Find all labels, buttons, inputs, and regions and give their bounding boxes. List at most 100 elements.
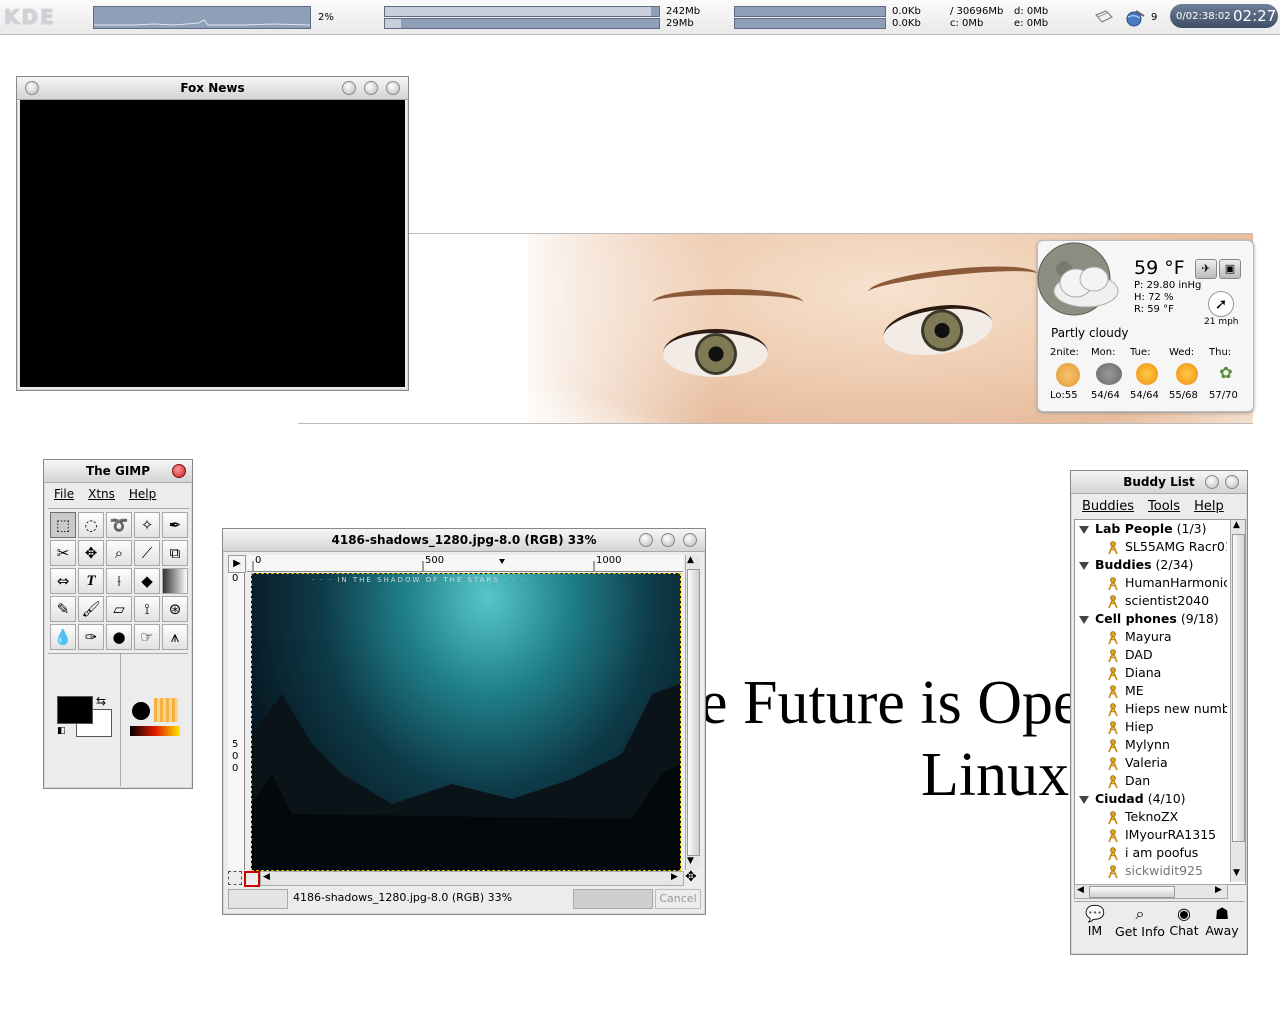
crop-icon[interactable]: ⟋ bbox=[134, 540, 160, 566]
buddy-item[interactable]: Mayura bbox=[1077, 628, 1172, 646]
clipboard-icon[interactable] bbox=[1094, 9, 1114, 25]
buddy-group[interactable]: Buddies (2/34) bbox=[1077, 556, 1193, 574]
vertical-scrollbar[interactable]: ▲ ▼ bbox=[685, 555, 700, 870]
chat-button[interactable]: ◉ Chat bbox=[1166, 904, 1202, 938]
dodge-burn-icon[interactable]: ● bbox=[106, 624, 132, 650]
expander-triangle-icon[interactable] bbox=[1079, 615, 1089, 624]
flip-icon[interactable]: ⇔ bbox=[50, 568, 76, 594]
buddy-item[interactable]: scientist2040 bbox=[1077, 592, 1209, 610]
brush-preview-icon[interactable] bbox=[132, 702, 150, 720]
quickmask-on-icon[interactable] bbox=[244, 871, 260, 887]
eraser-icon[interactable]: ▱ bbox=[106, 596, 132, 622]
rect-select-icon[interactable]: ⬚ bbox=[50, 512, 76, 538]
im-button[interactable]: 💬 IM bbox=[1080, 904, 1110, 938]
menu-help[interactable]: Help bbox=[129, 487, 156, 501]
ink-icon[interactable]: ✑ bbox=[78, 624, 104, 650]
close-icon[interactable] bbox=[172, 464, 186, 478]
kde-logo[interactable]: KDE bbox=[4, 5, 76, 29]
measure-icon[interactable]: ⩚ bbox=[162, 624, 188, 650]
image-titlebar[interactable]: 4186-shadows_1280.jpg-8.0 (RGB) 33% bbox=[223, 529, 705, 552]
maximize-icon[interactable] bbox=[1225, 475, 1239, 489]
scroll-thumb[interactable] bbox=[687, 569, 700, 856]
magnify-icon[interactable]: ⌕ bbox=[106, 540, 132, 566]
minimize-icon[interactable] bbox=[1205, 475, 1219, 489]
scroll-down-icon[interactable]: ▼ bbox=[687, 856, 694, 866]
buddy-vertical-scrollbar[interactable]: ▲ ▼ bbox=[1230, 520, 1245, 882]
expander-triangle-icon[interactable] bbox=[1079, 561, 1089, 570]
scroll-down-icon[interactable]: ▼ bbox=[1233, 868, 1240, 878]
menu-arrow-icon[interactable]: ▶ bbox=[228, 555, 246, 573]
clone-icon[interactable]: ⊛ bbox=[162, 596, 188, 622]
bezier-select-icon[interactable]: ✒ bbox=[162, 512, 188, 538]
buddy-item[interactable]: IMyourRA1315 bbox=[1077, 826, 1216, 844]
expander-triangle-icon[interactable] bbox=[1079, 795, 1089, 804]
scissors-icon[interactable]: ✂ bbox=[50, 540, 76, 566]
menu-help[interactable]: Help bbox=[1194, 499, 1224, 514]
gimp-titlebar[interactable]: The GIMP bbox=[44, 460, 192, 483]
buddy-group[interactable]: Lab People (1/3) bbox=[1077, 520, 1207, 538]
pattern-preview-icon[interactable] bbox=[154, 698, 178, 722]
gradient-preview[interactable] bbox=[130, 726, 180, 736]
buddy-item[interactable]: Valeria bbox=[1077, 754, 1168, 772]
swap-colors-icon[interactable]: ⇆ bbox=[96, 694, 106, 708]
buddy-item[interactable]: i am poofus bbox=[1077, 844, 1198, 862]
paintbrush-icon[interactable]: 🖌 bbox=[78, 596, 104, 622]
menu-file[interactable]: File bbox=[54, 487, 74, 501]
foreground-color-swatch[interactable] bbox=[57, 696, 93, 724]
scroll-up-icon[interactable]: ▲ bbox=[687, 555, 694, 565]
buddy-titlebar[interactable]: Buddy List bbox=[1071, 471, 1247, 494]
free-select-icon[interactable]: ➰ bbox=[106, 512, 132, 538]
color-picker-icon[interactable]: ⟊ bbox=[106, 568, 132, 594]
scroll-up-icon[interactable]: ▲ bbox=[1233, 520, 1240, 530]
blend-icon[interactable] bbox=[162, 568, 188, 594]
close-icon[interactable] bbox=[25, 81, 39, 95]
scroll-left-icon[interactable]: ◀ bbox=[1077, 885, 1084, 895]
scroll-thumb[interactable] bbox=[1089, 886, 1175, 898]
buddy-item[interactable]: DAD bbox=[1077, 646, 1153, 664]
weather-map-icon[interactable]: ✈ bbox=[1195, 259, 1217, 279]
image-canvas[interactable]: · · · IN THE SHADOW OF THE STARS · · · bbox=[251, 573, 681, 871]
quickmask-off-icon[interactable] bbox=[228, 871, 242, 885]
buddy-item[interactable]: HumanHarmonic bbox=[1077, 574, 1227, 592]
cancel-button[interactable]: Cancel bbox=[655, 889, 701, 909]
airbrush-icon[interactable]: ⟟ bbox=[134, 596, 160, 622]
move-icon[interactable]: ✥ bbox=[78, 540, 104, 566]
fuzzy-select-icon[interactable]: ✧ bbox=[134, 512, 160, 538]
away-button[interactable]: ☗ Away bbox=[1204, 904, 1240, 938]
buddy-item[interactable]: Mylynn bbox=[1077, 736, 1170, 754]
horizontal-scrollbar[interactable]: ◀ ▶ bbox=[260, 871, 684, 886]
weather-camera-icon[interactable]: ▣ bbox=[1219, 259, 1241, 279]
buddy-item[interactable]: TeknoZX bbox=[1077, 808, 1178, 826]
default-colors-icon[interactable]: ◧ bbox=[57, 726, 66, 736]
navigate-icon[interactable]: ✥ bbox=[685, 869, 697, 885]
minimize-icon[interactable] bbox=[661, 533, 675, 547]
get-info-button[interactable]: ⌕ Get Info bbox=[1112, 904, 1168, 939]
buddy-item[interactable]: SL55AMG Racr01 bbox=[1077, 538, 1227, 556]
menu-xtns[interactable]: Xtns bbox=[88, 487, 115, 501]
scroll-right-icon[interactable]: ▶ bbox=[1215, 885, 1222, 895]
buddy-horizontal-scrollbar[interactable]: ◀ ▶ bbox=[1074, 884, 1228, 899]
buddy-group[interactable]: Ciudad (4/10) bbox=[1077, 790, 1186, 808]
maximize-icon[interactable] bbox=[386, 81, 400, 95]
buddy-item[interactable]: Diana bbox=[1077, 664, 1161, 682]
clock-widget[interactable]: 0/02:38:02 02:27 bbox=[1170, 4, 1278, 28]
foxnews-titlebar[interactable]: Fox News bbox=[17, 77, 408, 100]
globe-icon[interactable] bbox=[1124, 8, 1146, 28]
maximize-icon[interactable] bbox=[683, 533, 697, 547]
weather-widget[interactable]: 59 °F ✈ ▣ P: 29.80 inHg H: 72 % R: 59 °F… bbox=[1037, 240, 1254, 412]
video-area[interactable] bbox=[20, 100, 405, 387]
ellipse-select-icon[interactable]: ◌ bbox=[78, 512, 104, 538]
buddy-item[interactable]: sickwidit925 bbox=[1077, 862, 1203, 880]
menu-buddies[interactable]: Buddies bbox=[1082, 499, 1134, 514]
convolve-icon[interactable]: 💧 bbox=[50, 624, 76, 650]
minimize-icon[interactable] bbox=[364, 81, 378, 95]
buddy-item[interactable]: Dan bbox=[1077, 772, 1150, 790]
scroll-thumb[interactable] bbox=[1232, 534, 1245, 842]
buddy-item[interactable]: ME bbox=[1077, 682, 1144, 700]
smudge-icon[interactable]: ☞ bbox=[134, 624, 160, 650]
scroll-left-icon[interactable]: ◀ bbox=[263, 872, 270, 882]
menu-tools[interactable]: Tools bbox=[1148, 499, 1180, 514]
scroll-right-icon[interactable]: ▶ bbox=[671, 872, 678, 882]
transform-icon[interactable]: ⧉ bbox=[162, 540, 188, 566]
bucket-fill-icon[interactable]: ◆ bbox=[134, 568, 160, 594]
